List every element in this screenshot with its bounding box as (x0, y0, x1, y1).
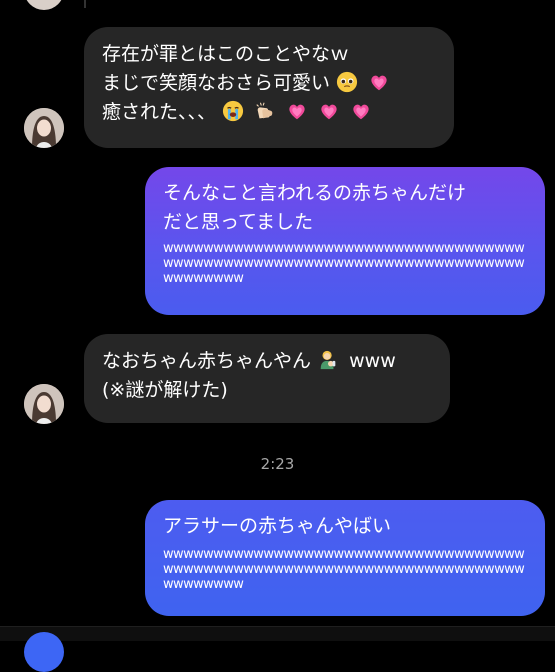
person-feeding-baby-icon (320, 350, 336, 370)
laughter-run: wwwwwwwwwwwwwwwwwwwwwwwwwwwwwwwwwwwwwwww… (163, 547, 525, 592)
growing-heart-icon (353, 104, 369, 120)
message-line: だと思ってました (163, 211, 314, 233)
composer-bar-edge (0, 626, 555, 641)
growing-heart-icon (289, 104, 305, 120)
avatar[interactable] (24, 384, 64, 424)
message-line: そんなこと言われるの赤ちゃんだけ (163, 182, 467, 204)
profile-photo-icon (24, 384, 64, 424)
avatar-previous (24, 0, 64, 10)
message-line-text: 癒された、、、 (102, 101, 217, 123)
message-line: (※謎が解けた) (102, 379, 228, 401)
message-line-suffix: www (349, 350, 396, 372)
message-bubble-incoming[interactable]: なおちゃん赤ちゃんやん www (※謎が解けた) (84, 334, 450, 423)
laughter-run: wwwwwwwwwwwwwwwwwwwwwwwwwwwwwwwwwwwwwwww… (163, 241, 525, 286)
message-bubble-incoming[interactable]: 存在が罪とはこのことやなｗ まじで笑顔なおさら可愛い 癒された、、、 (84, 27, 454, 148)
growing-heart-icon (321, 104, 337, 120)
loudly-crying-face-icon (222, 100, 244, 122)
clapping-hands-icon (256, 102, 273, 119)
message-bubble-outgoing[interactable]: そんなこと言われるの赤ちゃんだけ だと思ってました wwwwwwwwwwwwww… (145, 167, 545, 315)
message-bubble-outgoing[interactable]: アラサーの赤ちゃんやばい wwwwwwwwwwwwwwwwwwwwwwwwwww… (145, 500, 545, 616)
growing-heart-icon (371, 75, 387, 91)
message-line: 存在が罪とはこのことやなｗ (102, 43, 350, 65)
message-line-text: まじで笑顔なおさら可愛い (102, 72, 331, 94)
message-line: なおちゃん赤ちゃんやん www (102, 347, 432, 376)
message-line: 癒された、、、 (102, 98, 436, 127)
message-line: アラサーの赤ちゃんやばい (163, 515, 392, 537)
avatar[interactable] (24, 108, 64, 148)
timestamp: 2:23 (260, 455, 295, 473)
bubble-edge-fragment (84, 0, 86, 8)
pleading-face-icon (336, 71, 358, 93)
camera-button[interactable] (24, 632, 64, 672)
message-line: まじで笑顔なおさら可愛い (102, 69, 436, 98)
message-line-text: なおちゃん赤ちゃんやん (102, 350, 312, 372)
profile-photo-icon (24, 108, 64, 148)
